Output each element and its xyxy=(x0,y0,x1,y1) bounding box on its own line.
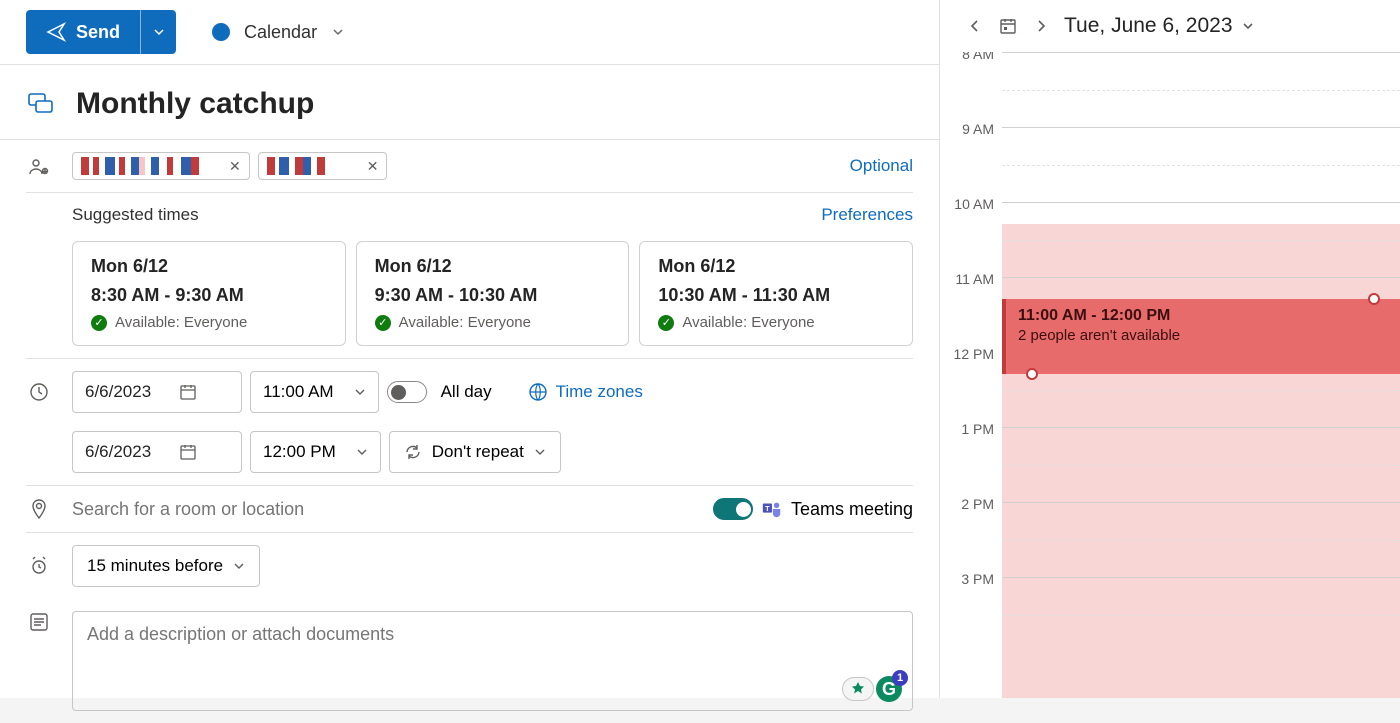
description-icon xyxy=(26,611,52,633)
hour-label: 2 PM xyxy=(940,496,1002,571)
suggested-cards-row: Mon 6/12 8:30 AM - 9:30 AM ✓Available: E… xyxy=(26,225,913,359)
hour-label: 3 PM xyxy=(940,571,1002,646)
people-icon xyxy=(26,155,52,177)
timezones-link[interactable]: Time zones xyxy=(528,382,643,402)
location-row: T Teams meeting xyxy=(26,486,913,533)
attendee-chip[interactable]: ✕ xyxy=(258,152,388,180)
chevron-down-icon xyxy=(233,560,245,572)
teams-label: Teams meeting xyxy=(791,499,913,520)
chevron-down-icon xyxy=(354,386,366,398)
optional-link[interactable]: Optional xyxy=(850,156,913,176)
calendar-dot-icon xyxy=(212,23,230,41)
resize-handle-icon[interactable] xyxy=(1368,293,1380,305)
hour-label: 9 AM xyxy=(940,121,1002,196)
teams-toggle[interactable] xyxy=(713,498,753,520)
next-day-button[interactable] xyxy=(1034,19,1048,33)
event-title[interactable]: Monthly catchup xyxy=(76,87,314,121)
globe-icon xyxy=(528,382,548,402)
suggested-time-card[interactable]: Mon 6/12 8:30 AM - 9:30 AM ✓Available: E… xyxy=(72,241,346,346)
location-icon xyxy=(26,498,52,520)
send-icon xyxy=(46,22,66,42)
toolbar: Send Calendar xyxy=(0,0,939,65)
end-date-input[interactable]: 6/6/2023 xyxy=(72,431,242,473)
grammarly-badge-icon[interactable]: G1 xyxy=(876,676,902,702)
reminder-row: 15 minutes before xyxy=(26,533,913,599)
send-button[interactable]: Send xyxy=(26,10,176,54)
calendar-icon xyxy=(179,383,197,401)
start-time-row: 6/6/2023 11:00 AM All day Time zones xyxy=(26,359,913,419)
start-date-input[interactable]: 6/6/2023 xyxy=(72,371,242,413)
chevron-down-icon xyxy=(331,25,345,39)
check-icon: ✓ xyxy=(658,315,674,331)
reminder-select[interactable]: 15 minutes before xyxy=(72,545,260,587)
allday-toggle[interactable] xyxy=(387,381,427,403)
hour-label: 8 AM xyxy=(940,52,1002,121)
send-split-chevron[interactable] xyxy=(140,10,176,54)
suggested-time-card[interactable]: Mon 6/12 9:30 AM - 10:30 AM ✓Available: … xyxy=(356,241,630,346)
repeat-button[interactable]: Don't repeat xyxy=(389,431,561,473)
check-icon: ✓ xyxy=(91,315,107,331)
repeat-icon xyxy=(404,443,422,461)
calendar-label: Calendar xyxy=(244,22,317,43)
start-time-input[interactable]: 11:00 AM xyxy=(250,371,379,413)
title-row: Monthly catchup xyxy=(0,65,939,140)
suggested-heading: Suggested times xyxy=(72,205,199,225)
suggested-time-card[interactable]: Mon 6/12 10:30 AM - 11:30 AM ✓Available:… xyxy=(639,241,913,346)
editor-badge-icon[interactable] xyxy=(842,677,874,701)
prev-day-button[interactable] xyxy=(968,19,982,33)
resize-handle-icon[interactable] xyxy=(1026,368,1038,380)
preferences-link[interactable]: Preferences xyxy=(821,205,913,225)
today-button[interactable] xyxy=(998,16,1018,36)
svg-text:T: T xyxy=(765,504,770,513)
location-input[interactable] xyxy=(72,499,705,520)
calendar-picker[interactable]: Calendar xyxy=(212,22,345,43)
calendar-event[interactable]: 11:00 AM - 12:00 PM 2 people aren't avai… xyxy=(1002,299,1400,374)
description-row: Add a description or attach documents G1 xyxy=(26,599,913,723)
hour-label: 11 AM xyxy=(940,271,1002,346)
chevron-down-icon xyxy=(356,446,368,458)
reminder-icon xyxy=(26,555,52,577)
remove-attendee-icon[interactable]: ✕ xyxy=(229,158,241,175)
attendee-chip[interactable]: ✕ xyxy=(72,152,250,180)
allday-label: All day xyxy=(441,382,492,402)
calendar-grid[interactable]: 8 AM 9 AM 10 AM 11 AM 12 PM 1 PM 2 PM 3 … xyxy=(940,52,1400,698)
calendar-date-picker[interactable]: Tue, June 6, 2023 xyxy=(1064,14,1255,38)
hour-label: 10 AM xyxy=(940,196,1002,271)
hour-label: 1 PM xyxy=(940,421,1002,496)
send-label: Send xyxy=(76,22,120,43)
end-time-row: 6/6/2023 12:00 PM Don't repeat xyxy=(26,419,913,486)
remove-attendee-icon[interactable]: ✕ xyxy=(367,158,379,175)
check-icon: ✓ xyxy=(375,315,391,331)
chevron-down-icon xyxy=(534,446,546,458)
teams-icon: T xyxy=(761,498,783,520)
description-input[interactable]: Add a description or attach documents G1 xyxy=(72,611,913,711)
chat-icon xyxy=(26,89,56,119)
clock-icon xyxy=(26,381,52,403)
calendar-icon xyxy=(179,443,197,461)
attendees-row: ✕ ✕ Optional xyxy=(26,140,913,193)
calendar-header: Tue, June 6, 2023 xyxy=(940,0,1400,52)
hour-label: 12 PM xyxy=(940,346,1002,421)
end-time-input[interactable]: 12:00 PM xyxy=(250,431,381,473)
suggested-header-row: Suggested times Preferences xyxy=(26,193,913,225)
